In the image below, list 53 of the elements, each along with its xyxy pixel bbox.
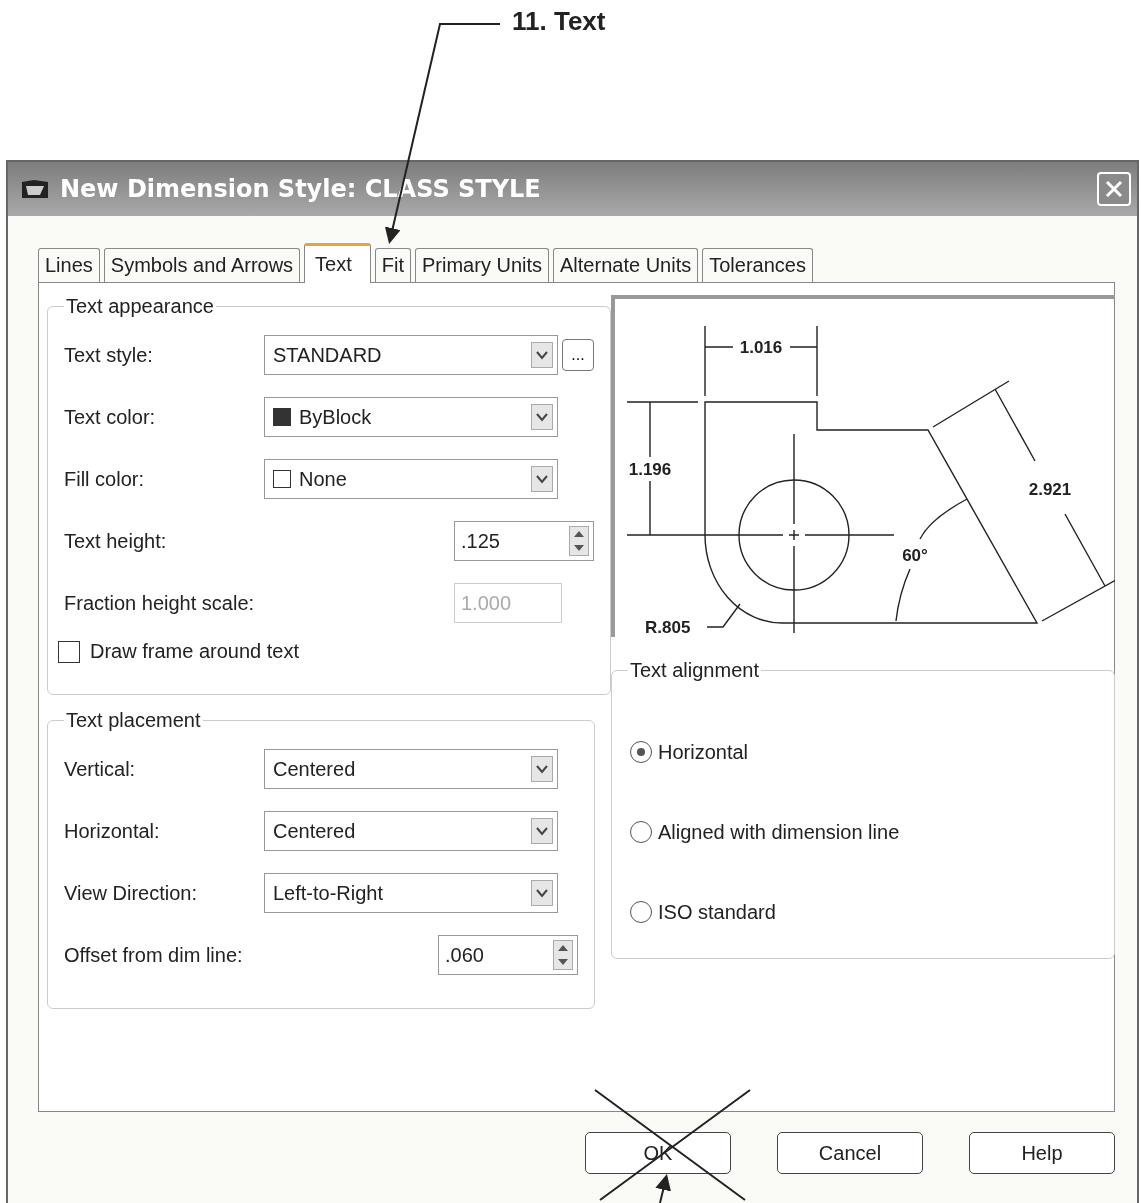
browse-button[interactable]: ... [562, 339, 594, 371]
field-label: Text height: [64, 529, 168, 553]
dimension-label: 1.196 [628, 460, 672, 479]
dropdown[interactable]: Left-to-Right [264, 873, 558, 913]
dropdown[interactable]: STANDARD [264, 335, 558, 375]
field-label: View Direction: [64, 881, 199, 905]
spinner-field[interactable]: .060 [438, 935, 578, 975]
field-label: Text color: [64, 405, 157, 429]
spinner-arrows-icon [569, 526, 589, 556]
dimension-label: 1.016 [739, 338, 783, 357]
dropdown[interactable]: Centered [264, 749, 558, 789]
tab[interactable]: Tolerances [702, 248, 813, 282]
group-title: Text appearance [65, 295, 215, 318]
dropdown[interactable]: None [264, 459, 558, 499]
radio-label: Horizontal [658, 740, 749, 764]
caret-icon [531, 342, 553, 368]
app-icon [20, 178, 50, 200]
pointer-arrow [655, 1174, 671, 1203]
tab[interactable]: Alternate Units [553, 248, 699, 282]
group-title: Text alignment [629, 659, 760, 682]
dropdown[interactable]: Centered [264, 811, 558, 851]
close-button[interactable] [1097, 172, 1131, 206]
checkbox[interactable] [58, 640, 80, 663]
field-label: Fill color: [64, 467, 145, 491]
caret-icon [531, 756, 553, 782]
caret-icon [531, 466, 553, 492]
dimension-label: R.805 [645, 618, 691, 633]
radio-label: ISO standard [658, 900, 776, 924]
checkbox-label: Draw frame around text [90, 640, 299, 663]
field-label: Horizontal: [64, 819, 161, 843]
field-label: Fraction height scale: [64, 591, 256, 615]
group-title: Text placement [65, 709, 202, 732]
field-label: Vertical: [64, 757, 137, 781]
field-label: Text style: [64, 343, 154, 367]
tab[interactable]: Lines [38, 248, 100, 282]
radio-label: Aligned with dimension line [658, 820, 900, 844]
tab[interactable]: Text [304, 243, 371, 283]
tab[interactable]: Fit [374, 248, 411, 282]
dimension-label: 2.921 [1028, 480, 1072, 499]
dialog-button[interactable]: Help [969, 1132, 1115, 1174]
close-icon [1103, 178, 1125, 200]
tab[interactable]: Symbols and Arrows [103, 248, 301, 282]
spinner-arrows-icon [553, 940, 573, 970]
dimension-label: 60° [902, 546, 928, 565]
field-label: Offset from dim line: [64, 943, 244, 967]
annotation-label: 11. Text [512, 6, 606, 37]
tab[interactable]: Primary Units [415, 248, 550, 282]
spinner-field[interactable]: .125 [454, 521, 594, 561]
caret-icon [531, 404, 553, 430]
dropdown[interactable]: ByBlock [264, 397, 558, 437]
caret-icon [531, 880, 553, 906]
caret-icon [531, 818, 553, 844]
dialog-button[interactable]: Cancel [777, 1132, 923, 1174]
